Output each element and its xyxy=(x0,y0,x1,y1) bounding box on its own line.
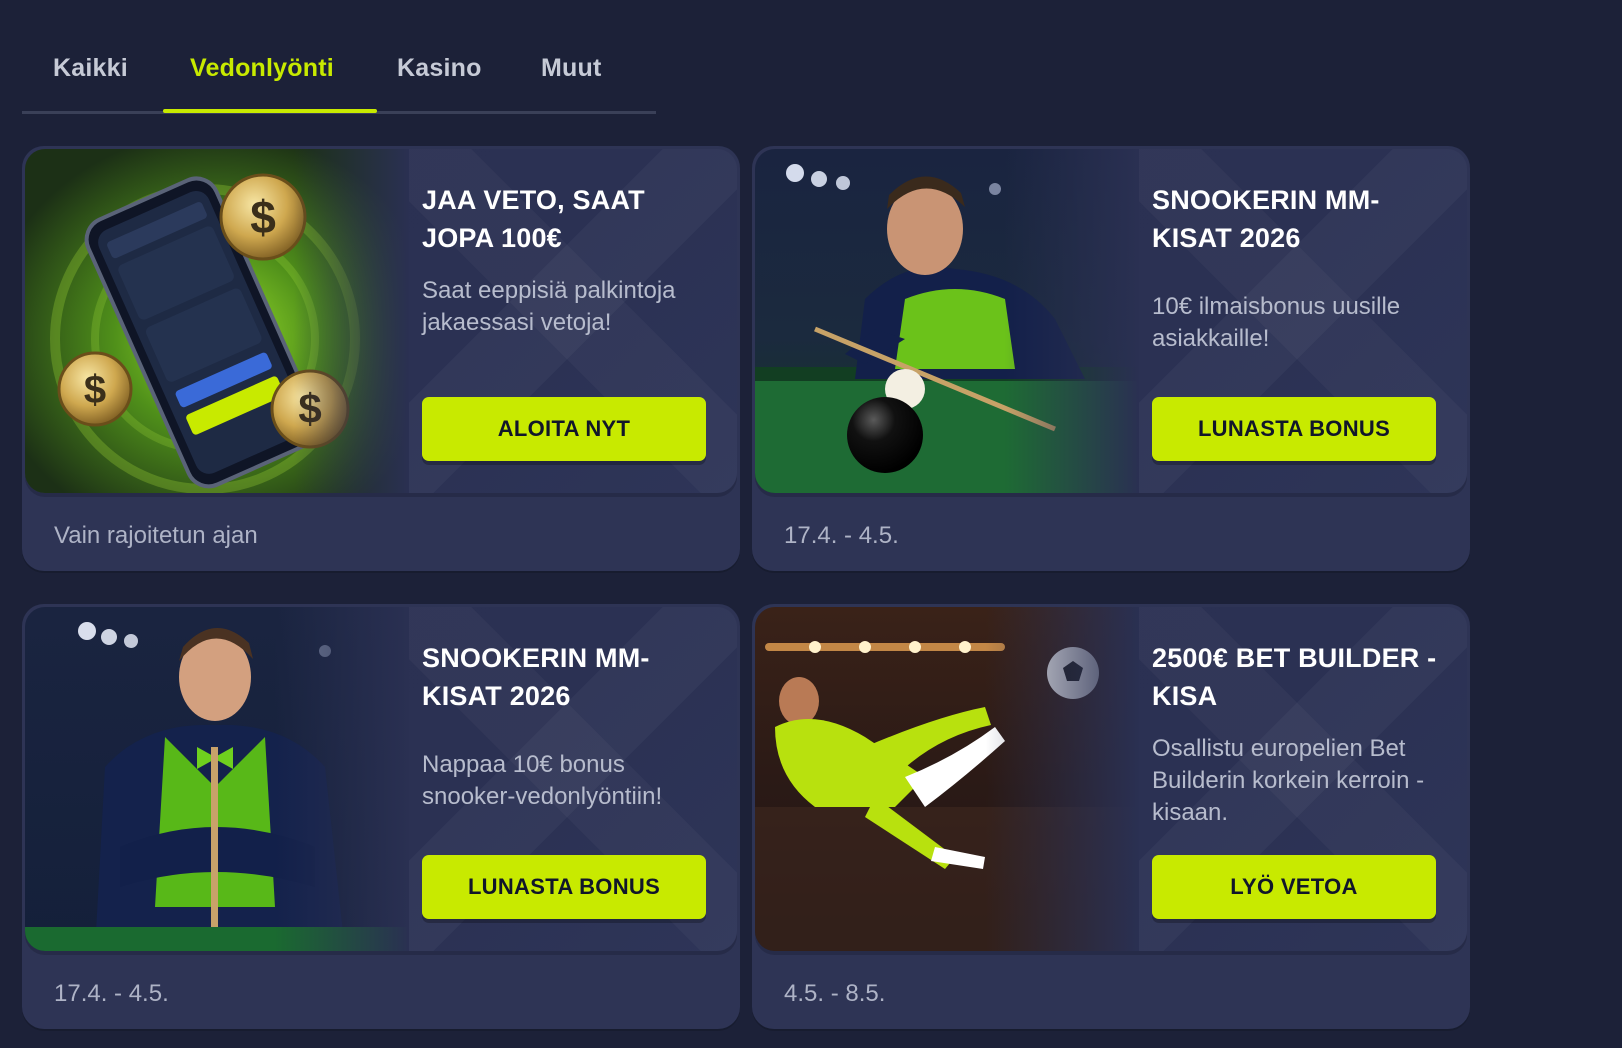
tab-muut[interactable]: Muut xyxy=(541,54,602,83)
snooker-player-portrait-image xyxy=(25,607,409,951)
promo-title: 2500€ BET BUILDER -KISA xyxy=(1152,643,1437,711)
tab-kaikki[interactable]: Kaikki xyxy=(53,54,128,83)
promo-validity: 17.4. - 4.5. xyxy=(54,980,169,1007)
phone-coins-image: $ $ $ xyxy=(25,149,409,493)
promo-description: Osallistu europelien Bet Builderin korke… xyxy=(1152,735,1425,826)
claim-bonus-button[interactable]: LUNASTA BONUS xyxy=(1152,397,1436,461)
category-tabs: Kaikki Vedonlyönti Kasino Muut xyxy=(22,0,656,114)
promo-card-snooker-betting[interactable]: SNOOKERIN MM-KISAT 2026 Nappaa 10€ bonus… xyxy=(22,604,740,1029)
promo-title: JAA VETO, SAAT JOPA 100€ xyxy=(422,185,645,253)
promo-validity: Vain rajoitetun ajan xyxy=(54,522,258,549)
promo-card-share-bet[interactable]: $ $ $ JAA VETO, SAAT JOPA 100€ Saat eepp… xyxy=(22,146,740,571)
promo-validity: 4.5. - 8.5. xyxy=(784,980,886,1007)
promo-title: SNOOKERIN MM-KISAT 2026 xyxy=(422,643,650,711)
tab-vedonlyonti[interactable]: Vedonlyönti xyxy=(190,54,334,83)
promo-card-banner: SNOOKERIN MM-KISAT 2026 Nappaa 10€ bonus… xyxy=(25,607,737,951)
promo-card-banner: 2500€ BET BUILDER -KISA Osallistu europe… xyxy=(755,607,1467,951)
football-player-image xyxy=(755,607,1139,951)
promo-title: SNOOKERIN MM-KISAT 2026 xyxy=(1152,185,1380,253)
tab-kasino[interactable]: Kasino xyxy=(397,54,482,83)
claim-bonus-button[interactable]: LUNASTA BONUS xyxy=(422,855,706,919)
promo-description: 10€ ilmaisbonus uusille asiakkaille! xyxy=(1152,293,1401,352)
place-bet-button[interactable]: LYÖ VETOA xyxy=(1152,855,1436,919)
promo-description: Nappaa 10€ bonus snooker-vedonlyöntiin! xyxy=(422,751,663,810)
promo-card-banner: $ $ $ JAA VETO, SAAT JOPA 100€ Saat eepp… xyxy=(25,149,737,493)
promo-description: Saat eeppisiä palkintoja jakaessasi veto… xyxy=(422,277,676,336)
start-now-button[interactable]: ALOITA NYT xyxy=(422,397,706,461)
promo-card-snooker-new-customers[interactable]: SNOOKERIN MM-KISAT 2026 10€ ilmaisbonus … xyxy=(752,146,1470,571)
active-tab-indicator xyxy=(163,109,377,113)
promo-validity: 17.4. - 4.5. xyxy=(784,522,899,549)
snooker-player-image xyxy=(755,149,1139,493)
promo-card-banner: SNOOKERIN MM-KISAT 2026 10€ ilmaisbonus … xyxy=(755,149,1467,493)
promo-card-bet-builder[interactable]: 2500€ BET BUILDER -KISA Osallistu europe… xyxy=(752,604,1470,1029)
